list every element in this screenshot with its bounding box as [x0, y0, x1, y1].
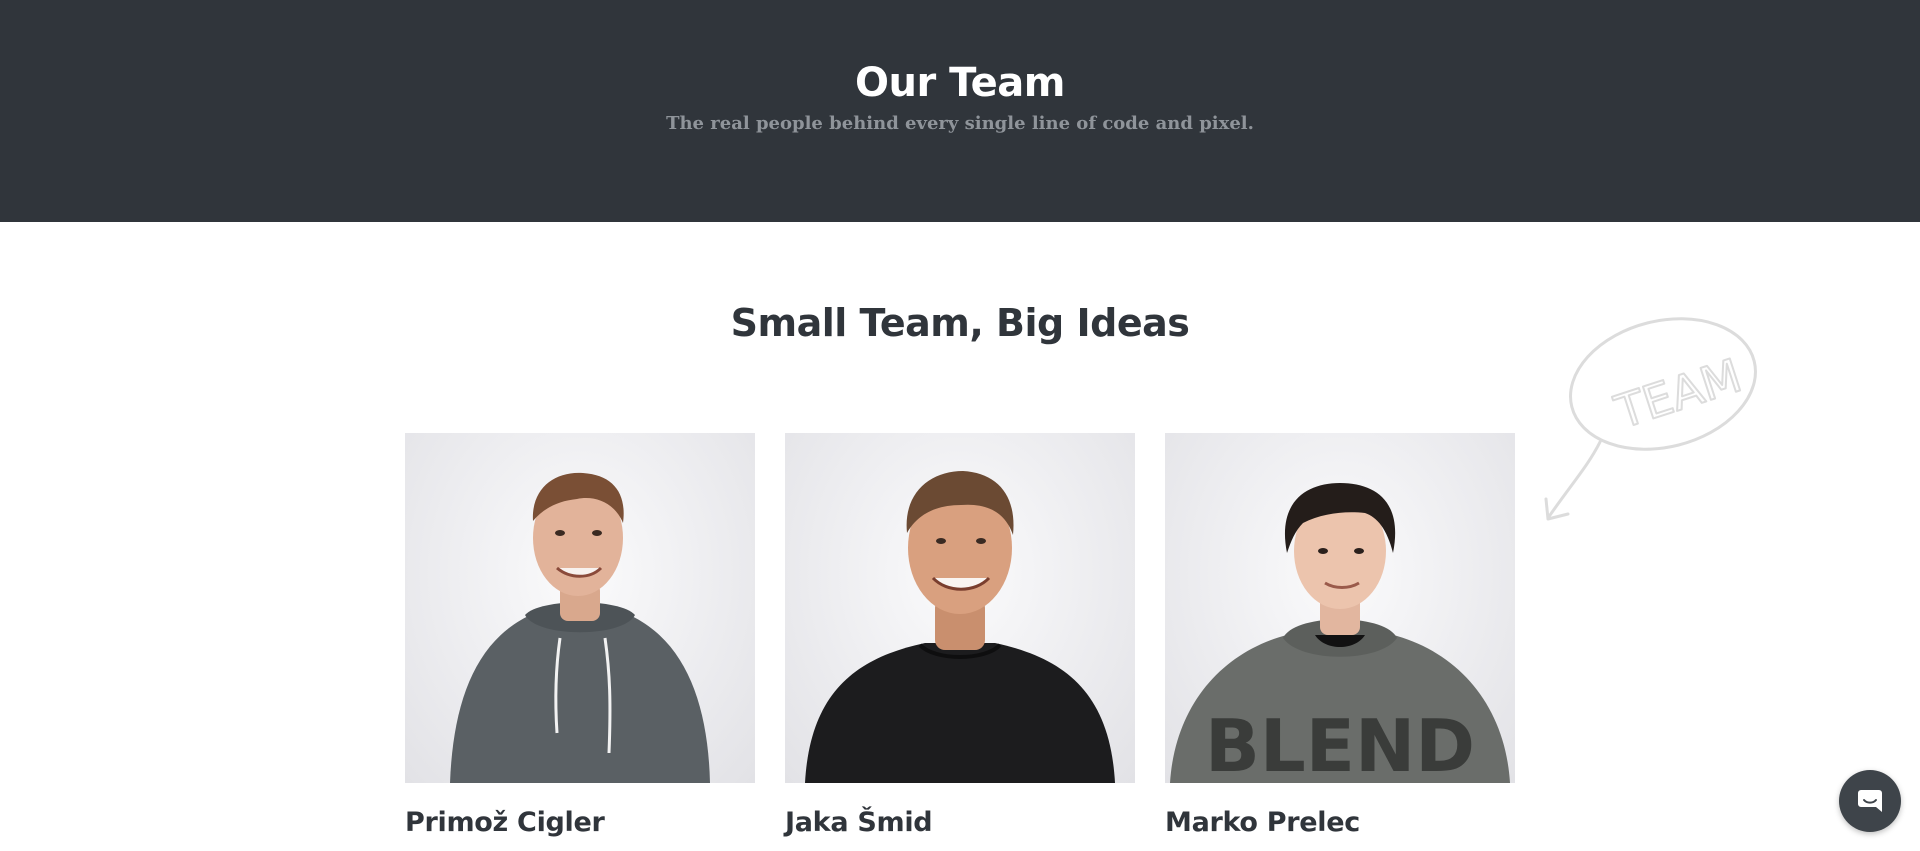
- team-member-photo: BLEND: [1165, 433, 1515, 783]
- doodle-arrow: [1546, 440, 1602, 520]
- team-doodle-illustration: TEAM: [1544, 317, 1757, 521]
- hoodie: [450, 613, 710, 783]
- page-title: Our Team: [855, 60, 1065, 106]
- doodle-team-label: TEAM: [1608, 348, 1748, 439]
- team-member-name: Jaka Šmid: [785, 807, 933, 838]
- team-member-card: Primož Cigler: [405, 433, 755, 838]
- team-member-name: Primož Cigler: [405, 807, 605, 838]
- team-member-card: Jaka Šmid: [785, 433, 1135, 838]
- team-member-photo: [405, 433, 755, 783]
- hero-banner: Our Team The real people behind every si…: [0, 0, 1920, 222]
- chat-launcher-button[interactable]: [1839, 770, 1901, 832]
- chat-bubble-icon: [1858, 790, 1882, 812]
- page-subtitle: The real people behind every single line…: [666, 113, 1254, 134]
- team-member-photo: [785, 433, 1135, 783]
- tshirt: [805, 643, 1115, 783]
- team-member-name: Marko Prelec: [1165, 807, 1360, 838]
- team-member-card: BLEND Marko Prelec: [1165, 433, 1515, 838]
- shirt-print: BLEND: [1205, 704, 1475, 783]
